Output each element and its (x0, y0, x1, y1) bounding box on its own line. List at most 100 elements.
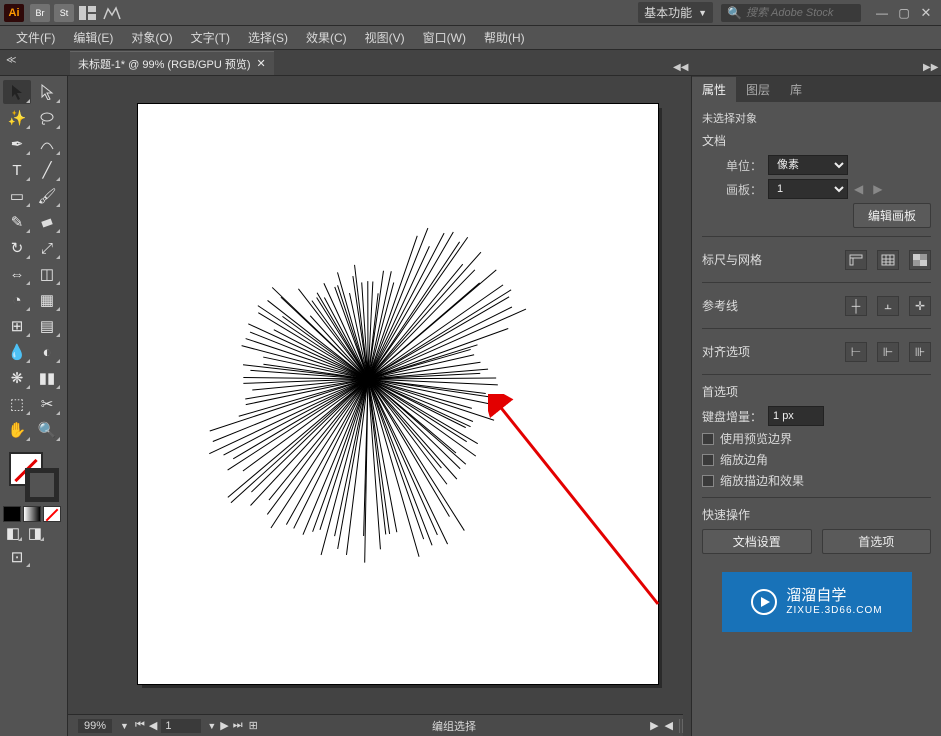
preferences-button[interactable]: 首选项 (822, 529, 932, 554)
arrange-documents-icon[interactable] (78, 4, 98, 22)
canvas-area[interactable]: 99% ▼ ⏮ ◀ 1 ▼ ▶ ⏭ ⊞ 编组选择 ▶ ◀ (68, 76, 691, 736)
ruler-icon[interactable] (845, 250, 867, 270)
slice-tool-icon[interactable]: ✂ (33, 392, 61, 416)
type-tool-icon[interactable]: T (3, 158, 31, 182)
fill-stroke-swatch[interactable] (3, 450, 64, 504)
tab-layers[interactable]: 图层 (736, 77, 780, 102)
tab-properties[interactable]: 属性 (692, 77, 736, 102)
menu-edit[interactable]: 编辑(E) (67, 27, 119, 48)
section-document-label: 文档 (702, 132, 931, 149)
menu-window[interactable]: 窗口(W) (417, 27, 472, 48)
document-tab[interactable]: 未标题-1* @ 99% (RGB/GPU 预览) ✕ (70, 51, 274, 75)
gradient-tool-icon[interactable]: ▤ (33, 314, 61, 338)
nav-next-icon[interactable]: ▶ (220, 719, 228, 732)
prev-artboard-icon[interactable]: ◀ (854, 182, 863, 196)
toolbox: ✨ ✒ T╱ ▭🖌 ✎ ↻⤢ ⇔◫ ◔▦ ⊞▤ 💧◐ ❋▮▮ ⬚✂ ✋🔍 ◧◨ … (0, 76, 68, 736)
shape-builder-tool-icon[interactable]: ◔ (3, 288, 31, 312)
menu-file[interactable]: 文件(F) (10, 27, 61, 48)
width-tool-icon[interactable]: ⇔ (3, 262, 31, 286)
line-segment-tool-icon[interactable]: ╱ (33, 158, 61, 182)
menu-effect[interactable]: 效果(C) (300, 27, 353, 48)
selection-tool-icon[interactable] (3, 80, 31, 104)
artboard[interactable] (138, 104, 658, 684)
window-close-icon[interactable]: ✕ (915, 5, 937, 21)
free-transform-tool-icon[interactable]: ◫ (33, 262, 61, 286)
menu-view[interactable]: 视图(V) (359, 27, 411, 48)
menu-help[interactable]: 帮助(H) (478, 27, 531, 48)
eraser-tool-icon[interactable] (33, 210, 61, 234)
zoom-tool-icon[interactable]: 🔍 (33, 418, 61, 442)
stock-search-input[interactable] (746, 7, 855, 19)
edit-artboard-button[interactable]: 编辑画板 (853, 203, 931, 228)
window-maximize-icon[interactable]: ▢ (893, 5, 915, 21)
grid-icon[interactable] (877, 250, 899, 270)
screen-mode-icon[interactable]: ⊡ (3, 546, 31, 568)
stroke-swatch[interactable] (25, 468, 59, 502)
artboard-number-field[interactable]: 1 (161, 719, 201, 733)
zoom-dropdown-icon[interactable]: ▼ (120, 721, 129, 731)
nav-last-icon[interactable]: ⏭ (233, 719, 243, 732)
hand-tool-icon[interactable]: ✋ (3, 418, 31, 442)
scale-strokes-checkbox[interactable]: 缩放描边和效果 (702, 472, 931, 489)
perspective-grid-tool-icon[interactable]: ▦ (33, 288, 61, 312)
toolbar-collapse-icon[interactable]: ≪ (6, 55, 16, 66)
next-artboard-icon[interactable]: ▶ (873, 182, 882, 196)
nav-prev-icon[interactable]: ◀ (149, 719, 157, 732)
snap-grid-icon[interactable]: ⊩ (877, 342, 899, 362)
gpu-icon[interactable] (102, 4, 122, 22)
symbol-sprayer-tool-icon[interactable]: ❋ (3, 366, 31, 390)
artboard-select[interactable]: 1 (768, 179, 848, 199)
key-increment-input[interactable] (768, 406, 824, 426)
document-setup-button[interactable]: 文档设置 (702, 529, 812, 554)
draw-behind-icon[interactable]: ◨ (25, 524, 45, 542)
paintbrush-tool-icon[interactable]: 🖌 (33, 184, 61, 208)
draw-mode-icon[interactable]: ◧ (3, 524, 23, 542)
workspace-switcher[interactable]: 基本功能 ▼ (638, 2, 713, 23)
smart-guides-icon[interactable]: ✛ (909, 296, 931, 316)
shaper-tool-icon[interactable]: ✎ (3, 210, 31, 234)
search-icon: 🔍 (727, 6, 742, 20)
nav-popup-icon[interactable]: ⊞ (249, 719, 258, 732)
stock-icon[interactable]: St (54, 4, 74, 22)
rectangle-tool-icon[interactable]: ▭ (3, 184, 31, 208)
close-tab-icon[interactable]: ✕ (257, 57, 266, 70)
right-panel-collapse-icon[interactable]: ▶▶ (923, 62, 937, 73)
scrollbar-grip[interactable] (679, 719, 683, 733)
menu-select[interactable]: 选择(S) (242, 27, 294, 48)
none-mode-icon[interactable] (43, 506, 61, 522)
eyedropper-tool-icon[interactable]: 💧 (3, 340, 31, 364)
snap-point-icon[interactable]: ⊢ (845, 342, 867, 362)
column-graph-tool-icon[interactable]: ▮▮ (33, 366, 61, 390)
canvas-panel-collapse-icon[interactable]: ◀◀ (673, 62, 687, 73)
guides-show-icon[interactable]: ┼ (845, 296, 867, 316)
rotate-tool-icon[interactable]: ↻ (3, 236, 31, 260)
mesh-tool-icon[interactable]: ⊞ (3, 314, 31, 338)
transparency-grid-icon[interactable] (909, 250, 931, 270)
menu-object[interactable]: 对象(O) (125, 27, 178, 48)
blend-tool-icon[interactable]: ◐ (33, 340, 61, 364)
snap-pixel-icon[interactable]: ⊪ (909, 342, 931, 362)
artboard-dropdown-icon[interactable]: ▼ (207, 721, 216, 731)
scroll-right-icon[interactable]: ▶ (650, 719, 658, 732)
magic-wand-tool-icon[interactable]: ✨ (3, 106, 31, 130)
tab-libraries[interactable]: 库 (780, 77, 812, 102)
scale-corners-checkbox[interactable]: 缩放边角 (702, 451, 931, 468)
window-minimize-icon[interactable]: — (871, 5, 893, 21)
gradient-mode-icon[interactable] (23, 506, 41, 522)
stock-search-field[interactable]: 🔍 (721, 4, 861, 22)
bridge-icon[interactable]: Br (30, 4, 50, 22)
guides-lock-icon[interactable]: ⫠ (877, 296, 899, 316)
scale-tool-icon[interactable]: ⤢ (33, 236, 61, 260)
pen-tool-icon[interactable]: ✒ (3, 132, 31, 156)
lasso-tool-icon[interactable] (33, 106, 61, 130)
preview-bounds-checkbox[interactable]: 使用预览边界 (702, 430, 931, 447)
units-select[interactable]: 像素 (768, 155, 848, 175)
menu-type[interactable]: 文字(T) (185, 27, 236, 48)
artboard-tool-icon[interactable]: ⬚ (3, 392, 31, 416)
direct-selection-tool-icon[interactable] (33, 80, 61, 104)
nav-first-icon[interactable]: ⏮ (135, 719, 145, 732)
scroll-left-icon[interactable]: ◀ (665, 719, 673, 732)
curvature-tool-icon[interactable] (33, 132, 61, 156)
color-mode-icon[interactable] (3, 506, 21, 522)
zoom-level[interactable]: 99% (78, 719, 112, 733)
